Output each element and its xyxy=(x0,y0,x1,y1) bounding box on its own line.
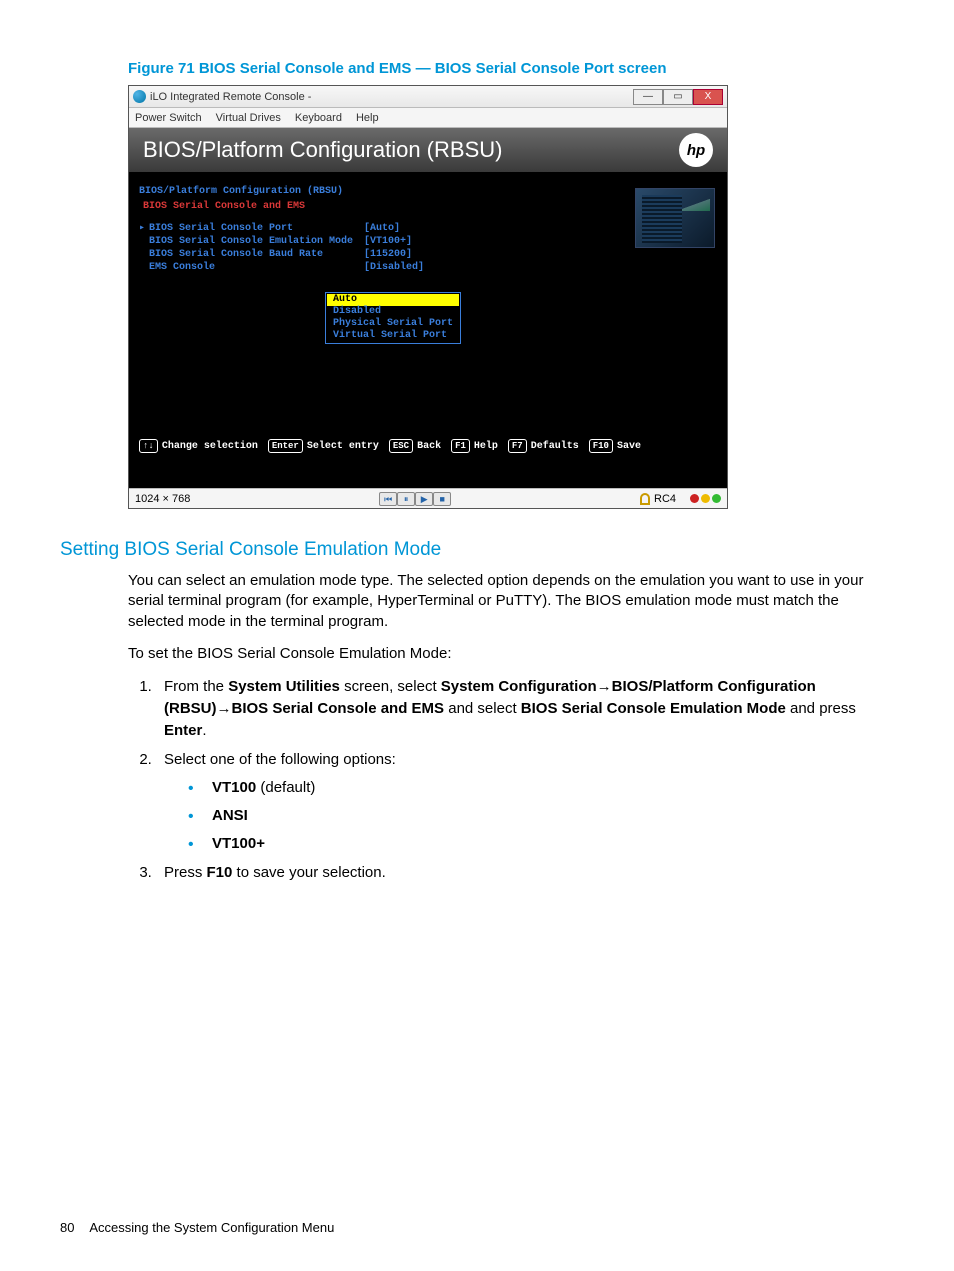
option-value: [115200] xyxy=(364,248,424,261)
page-number: 80 xyxy=(60,1220,74,1235)
menu-keyboard[interactable]: Keyboard xyxy=(295,112,342,124)
bios-title: BIOS/Platform Configuration (RBSU) xyxy=(143,137,502,163)
dropdown-item-disabled[interactable]: Disabled xyxy=(327,306,459,318)
screenshot: iLO Integrated Remote Console - — ▭ X Po… xyxy=(128,85,728,509)
step-text: . xyxy=(202,722,206,739)
key-label-back: Back xyxy=(417,441,441,452)
option-dropdown[interactable]: Auto Disabled Physical Serial Port Virtu… xyxy=(325,292,461,344)
window-close-button[interactable]: X xyxy=(693,89,723,105)
bios-footer: ↑↓ Change selection Enter Select entry E… xyxy=(129,432,727,460)
bios-option-row[interactable]: BIOS Serial Console Port BIOS Serial Con… xyxy=(139,222,717,274)
step-text: and select xyxy=(444,700,521,717)
key-f1: F1 xyxy=(451,439,470,453)
step-bold: BIOS Serial Console and EMS xyxy=(232,700,445,717)
led-red-icon xyxy=(690,494,699,503)
step-3: Press F10 to save your selection. xyxy=(156,862,894,884)
step-text: From the xyxy=(164,678,228,695)
server-image-icon xyxy=(635,188,715,248)
bios-body: BIOS/Platform Configuration (RBSU) BIOS … xyxy=(129,172,727,460)
step-bold: System Configuration xyxy=(441,678,597,695)
lock-icon xyxy=(640,493,650,505)
step-text: Press xyxy=(164,864,207,881)
dropdown-item-virtual[interactable]: Virtual Serial Port xyxy=(327,330,459,342)
key-label-select: Select entry xyxy=(307,441,379,452)
key-label-defaults: Defaults xyxy=(531,441,579,452)
hp-logo-icon: hp xyxy=(679,133,713,167)
toolbar-stop-icon[interactable]: ■ xyxy=(433,492,451,506)
list-item: VT100+ xyxy=(188,833,894,855)
window-maximize-button[interactable]: ▭ xyxy=(663,89,693,105)
step-text: Select one of the following options: xyxy=(164,751,396,768)
key-esc: ESC xyxy=(389,439,413,453)
option-value: [Disabled] xyxy=(364,261,424,274)
breadcrumb-level-2: BIOS Serial Console and EMS xyxy=(143,201,717,212)
window-titlebar: iLO Integrated Remote Console - — ▭ X xyxy=(129,86,727,108)
menu-help[interactable]: Help xyxy=(356,112,379,124)
toolbar-play-icon[interactable]: ▶ xyxy=(415,492,433,506)
step-bold: F10 xyxy=(207,864,233,881)
key-label-change: Change selection xyxy=(162,441,258,452)
arrow-icon: → xyxy=(217,700,232,717)
key-arrows: ↑↓ xyxy=(139,439,158,453)
window-menubar: Power Switch Virtual Drives Keyboard Hel… xyxy=(129,108,727,128)
ilo-icon xyxy=(133,90,146,103)
figure-caption: Figure 71 BIOS Serial Console and EMS — … xyxy=(128,60,894,77)
dropdown-item-auto[interactable]: Auto xyxy=(327,294,459,306)
bullet-text: (default) xyxy=(256,779,315,796)
bios-screen: BIOS/Platform Configuration (RBSU) hp BI… xyxy=(129,128,727,488)
step-text: screen, select xyxy=(340,678,441,695)
bullet-bold: VT100 xyxy=(212,779,256,796)
arrow-icon: → xyxy=(597,678,612,695)
key-f7: F7 xyxy=(508,439,527,453)
resolution-label: 1024 × 768 xyxy=(135,493,190,505)
footer-title: Accessing the System Configuration Menu xyxy=(89,1220,334,1235)
dropdown-item-physical[interactable]: Physical Serial Port xyxy=(327,318,459,330)
step-text: and press xyxy=(786,700,856,717)
options-list: VT100 (default) ANSI VT100+ xyxy=(188,777,894,854)
rc-label: RC4 xyxy=(654,493,676,505)
menu-virtual-drives[interactable]: Virtual Drives xyxy=(216,112,281,124)
step-1: From the System Utilities screen, select… xyxy=(156,676,894,741)
option-baud-rate[interactable]: BIOS Serial Console Baud Rate xyxy=(139,248,364,261)
key-enter: Enter xyxy=(268,439,303,453)
bullet-bold: VT100+ xyxy=(212,835,265,852)
led-yellow-icon xyxy=(701,494,710,503)
option-emulation-mode[interactable]: BIOS Serial Console Emulation Mode xyxy=(139,235,364,248)
window-minimize-button[interactable]: — xyxy=(633,89,663,105)
page-footer: 80 Accessing the System Configuration Me… xyxy=(60,1220,334,1235)
step-text: to save your selection. xyxy=(232,864,385,881)
key-f10: F10 xyxy=(589,439,613,453)
breadcrumb-level-1: BIOS/Platform Configuration (RBSU) xyxy=(139,186,717,197)
led-green-icon xyxy=(712,494,721,503)
body-paragraph-1: You can select an emulation mode type. T… xyxy=(128,571,894,632)
list-item: ANSI xyxy=(188,805,894,827)
key-label-help: Help xyxy=(474,441,498,452)
option-serial-console-port[interactable]: BIOS Serial Console Port xyxy=(139,222,364,235)
step-2: Select one of the following options: VT1… xyxy=(156,749,894,854)
steps-list: From the System Utilities screen, select… xyxy=(128,676,894,884)
key-label-save: Save xyxy=(617,441,641,452)
toolbar-pause-icon[interactable]: ⏸ xyxy=(397,492,415,506)
option-value: [VT100+] xyxy=(364,235,424,248)
option-ems-console[interactable]: EMS Console xyxy=(139,261,364,274)
toolbar-prev-icon[interactable]: ⏮ xyxy=(379,492,397,506)
body-paragraph-2: To set the BIOS Serial Console Emulation… xyxy=(128,644,894,664)
section-heading: Setting BIOS Serial Console Emulation Mo… xyxy=(60,539,894,561)
step-bold: System Utilities xyxy=(228,678,340,695)
ilo-statusbar: 1024 × 768 ⏮ ⏸ ▶ ■ RC4 xyxy=(129,488,727,508)
step-bold: BIOS Serial Console Emulation Mode xyxy=(521,700,786,717)
bios-header: BIOS/Platform Configuration (RBSU) hp xyxy=(129,128,727,172)
bullet-bold: ANSI xyxy=(212,807,248,824)
step-bold: Enter xyxy=(164,722,202,739)
list-item: VT100 (default) xyxy=(188,777,894,799)
option-value: [Auto] xyxy=(364,222,424,235)
menu-power-switch[interactable]: Power Switch xyxy=(135,112,202,124)
window-title: iLO Integrated Remote Console - xyxy=(150,91,311,103)
